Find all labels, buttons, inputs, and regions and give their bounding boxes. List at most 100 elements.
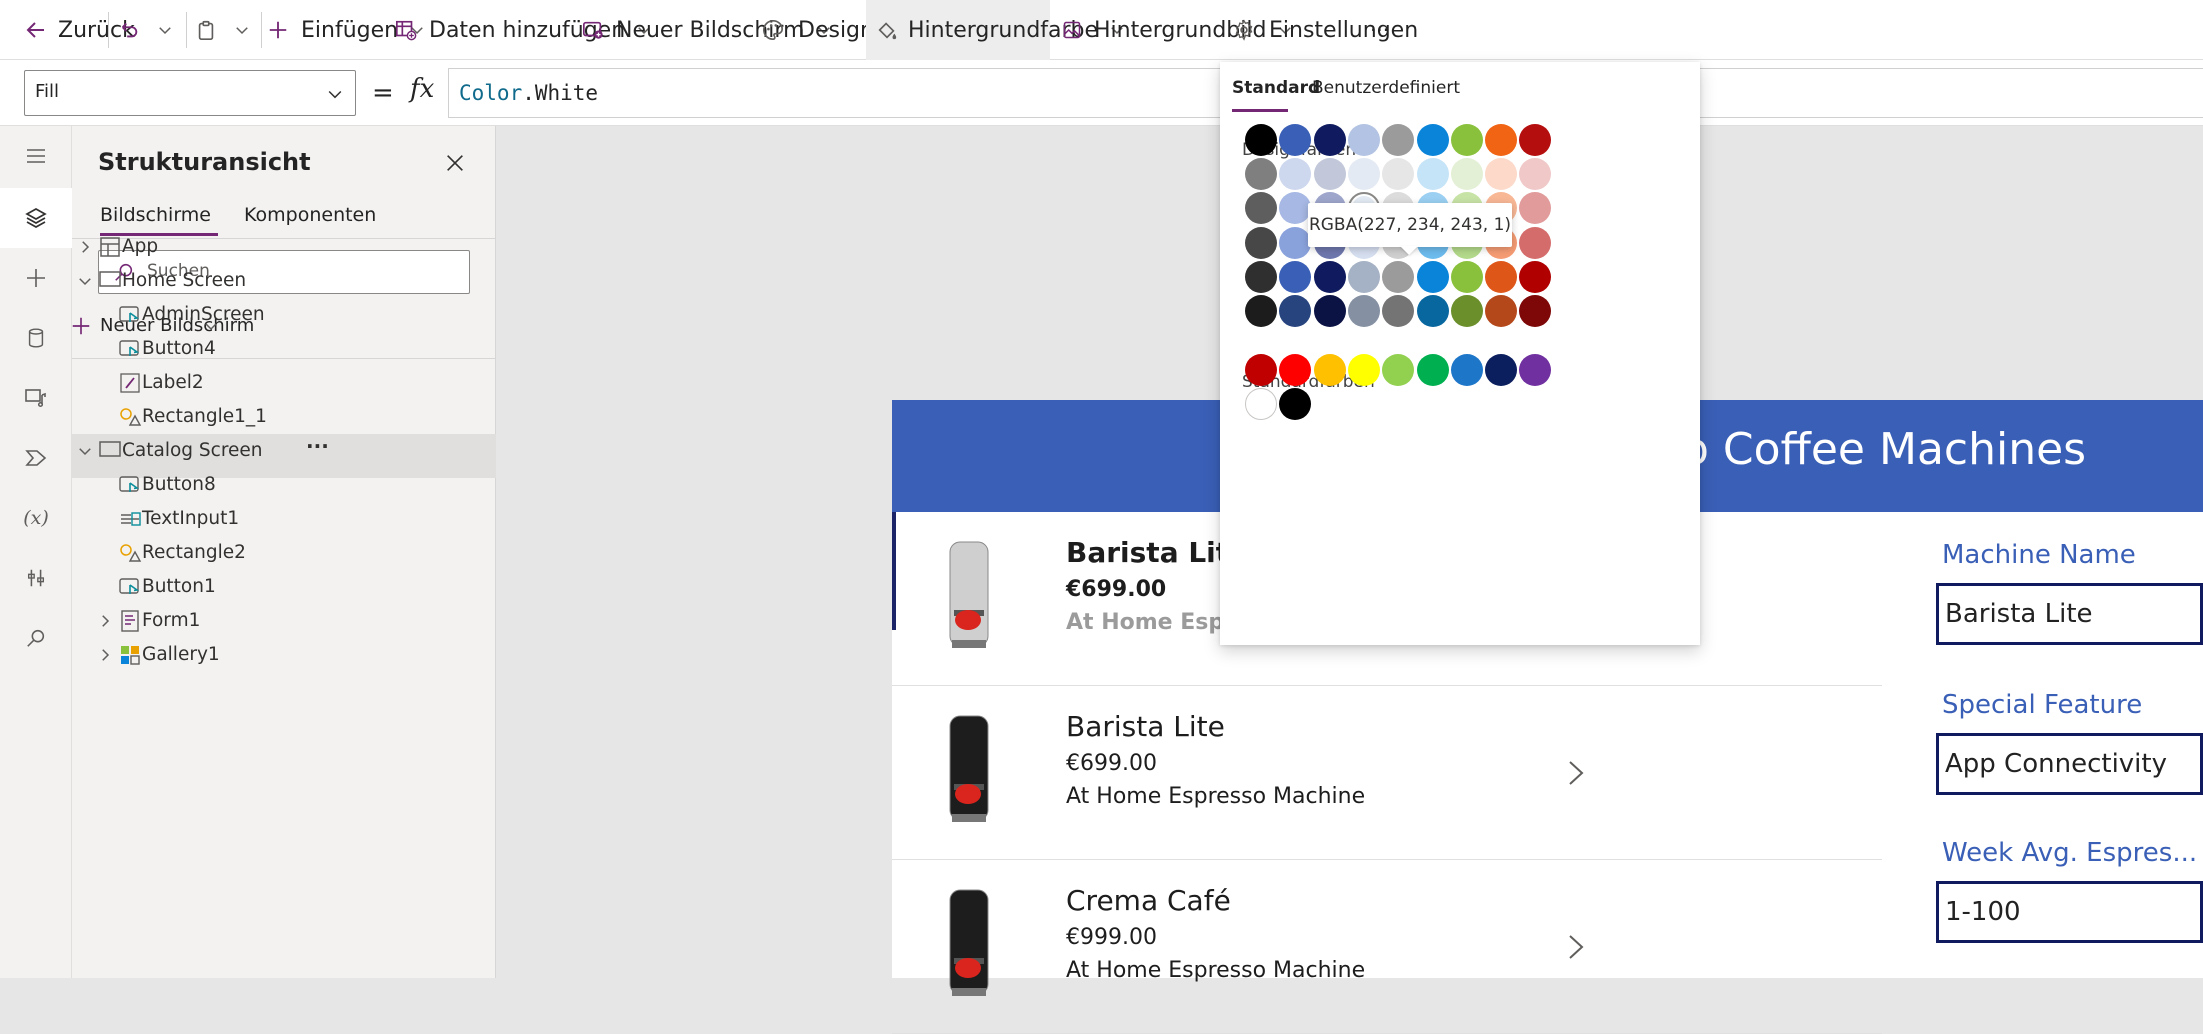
power-automate-icon bbox=[25, 450, 47, 466]
chevron-right-icon[interactable] bbox=[1564, 758, 1588, 788]
gallery-item[interactable]: Barista Lite €699.00 At Home Espresso Mach… bbox=[892, 686, 1882, 860]
tree-item-label: Button4 bbox=[142, 338, 216, 359]
chevron-right-icon[interactable] bbox=[96, 612, 114, 630]
tab-components[interactable]: Komponenten bbox=[244, 204, 376, 226]
hamburger-menu-button[interactable] bbox=[0, 126, 72, 186]
data-rail-button[interactable] bbox=[0, 308, 72, 368]
color-swatch[interactable] bbox=[1519, 192, 1552, 225]
color-swatch[interactable] bbox=[1519, 158, 1552, 191]
undo-dropdown[interactable] bbox=[156, 0, 174, 60]
tab-screens[interactable]: Bildschirme bbox=[100, 204, 211, 226]
property-dropdown[interactable]: Fill bbox=[24, 70, 356, 116]
chevron-right-icon[interactable] bbox=[96, 646, 114, 664]
chevron-right-icon[interactable] bbox=[1564, 932, 1588, 962]
search-rail-button[interactable] bbox=[0, 608, 72, 668]
background-color-button[interactable]: Hintergrundfarbe bbox=[866, 0, 1123, 60]
color-swatch[interactable] bbox=[1245, 124, 1277, 156]
tab-standard[interactable]: Standard bbox=[1232, 78, 1320, 98]
color-swatch[interactable] bbox=[1382, 295, 1415, 327]
color-swatch[interactable] bbox=[1347, 295, 1380, 327]
variables-icon: (𝑥) bbox=[23, 507, 49, 529]
color-swatch[interactable] bbox=[1347, 260, 1380, 293]
arrow-left-icon bbox=[26, 22, 44, 38]
color-swatch[interactable] bbox=[1279, 192, 1312, 225]
form-field-input[interactable]: 1-100 bbox=[1936, 881, 2203, 943]
chevron-down-icon[interactable] bbox=[76, 442, 94, 460]
insert-rail-button[interactable] bbox=[0, 248, 72, 308]
color-swatch[interactable] bbox=[1485, 354, 1518, 386]
paste-dropdown[interactable] bbox=[233, 0, 251, 60]
form-field-label: Special Feature bbox=[1942, 690, 2143, 720]
tools-rail-button[interactable] bbox=[0, 548, 72, 608]
color-swatch[interactable] bbox=[1313, 295, 1346, 327]
color-swatch[interactable] bbox=[1450, 295, 1483, 327]
color-swatch[interactable] bbox=[1279, 295, 1312, 327]
color-swatch[interactable] bbox=[1245, 354, 1277, 386]
color-swatch[interactable] bbox=[1450, 354, 1483, 386]
color-swatch[interactable] bbox=[1245, 295, 1277, 327]
color-swatch[interactable] bbox=[1313, 260, 1346, 293]
form-field-input[interactable]: Barista Lite bbox=[1936, 583, 2203, 645]
color-swatch[interactable] bbox=[1416, 124, 1449, 156]
paste-button[interactable] bbox=[195, 0, 217, 60]
color-swatch[interactable] bbox=[1416, 295, 1449, 327]
color-swatch[interactable] bbox=[1485, 158, 1518, 191]
gallery-item[interactable]: Crema Café €999.00 At Home Espresso Machin… bbox=[892, 860, 1882, 1034]
form-field-label: Week Avg. Espres... bbox=[1942, 838, 2198, 868]
fx-icon[interactable]: fx bbox=[410, 74, 434, 104]
more-commands-button[interactable]: ··· bbox=[1370, 0, 1389, 60]
color-swatch[interactable] bbox=[1313, 354, 1346, 386]
color-swatch[interactable] bbox=[1382, 158, 1415, 191]
color-swatch[interactable] bbox=[1382, 260, 1415, 293]
tree-item-gallery1[interactable]: Gallery1 bbox=[72, 638, 496, 682]
color-swatch[interactable] bbox=[1519, 124, 1552, 156]
power-automate-rail-button[interactable] bbox=[0, 428, 72, 488]
color-swatch[interactable] bbox=[1279, 226, 1312, 259]
chevron-down-icon[interactable] bbox=[76, 272, 94, 290]
color-swatch[interactable] bbox=[1279, 158, 1312, 191]
active-tab-indicator bbox=[1232, 109, 1288, 112]
more-options-button[interactable]: ··· bbox=[306, 434, 329, 458]
color-swatch[interactable] bbox=[1313, 158, 1346, 191]
tab-custom[interactable]: Benutzerdefiniert bbox=[1312, 78, 1460, 98]
color-swatch[interactable] bbox=[1519, 260, 1552, 293]
separator bbox=[186, 12, 187, 48]
color-swatch[interactable] bbox=[1416, 260, 1449, 293]
color-swatch[interactable] bbox=[1485, 260, 1518, 293]
color-swatch[interactable] bbox=[1382, 354, 1415, 386]
color-swatch[interactable] bbox=[1382, 124, 1415, 156]
color-swatch[interactable] bbox=[1245, 192, 1277, 225]
undo-button[interactable] bbox=[118, 0, 140, 60]
color-swatch[interactable] bbox=[1450, 260, 1483, 293]
media-rail-button[interactable] bbox=[0, 368, 72, 428]
tree-view-button[interactable] bbox=[0, 188, 72, 248]
color-swatch[interactable] bbox=[1245, 388, 1277, 421]
tree-view-panel: Strukturansicht Bildschirme Komponenten … bbox=[72, 126, 496, 978]
color-swatch[interactable] bbox=[1519, 295, 1552, 327]
form-field-input[interactable]: App Connectivity bbox=[1936, 733, 2203, 795]
variables-rail-button[interactable]: (𝑥) bbox=[0, 488, 72, 548]
color-swatch[interactable] bbox=[1279, 260, 1312, 293]
color-swatch[interactable] bbox=[1485, 124, 1518, 156]
color-swatch[interactable] bbox=[1450, 124, 1483, 156]
chevron-right-icon[interactable] bbox=[76, 238, 94, 256]
color-swatch[interactable] bbox=[1245, 226, 1277, 259]
color-swatch[interactable] bbox=[1245, 260, 1277, 293]
color-swatch[interactable] bbox=[1313, 124, 1346, 156]
color-swatch[interactable] bbox=[1245, 158, 1277, 191]
close-icon[interactable] bbox=[444, 152, 466, 174]
color-swatch[interactable] bbox=[1279, 388, 1312, 421]
color-swatch[interactable] bbox=[1416, 354, 1449, 386]
tree-item-label: Home Screen bbox=[122, 270, 247, 291]
settings-label: Einstellungen bbox=[1269, 17, 1419, 43]
color-swatch[interactable] bbox=[1347, 158, 1380, 191]
color-swatch[interactable] bbox=[1347, 124, 1380, 156]
color-swatch[interactable] bbox=[1416, 158, 1449, 191]
color-swatch[interactable] bbox=[1519, 354, 1552, 386]
color-swatch[interactable] bbox=[1519, 226, 1552, 259]
color-swatch[interactable] bbox=[1485, 295, 1518, 327]
color-swatch[interactable] bbox=[1347, 354, 1380, 386]
settings-button[interactable]: Einstellungen bbox=[1233, 0, 1418, 60]
color-swatch[interactable] bbox=[1450, 158, 1483, 191]
